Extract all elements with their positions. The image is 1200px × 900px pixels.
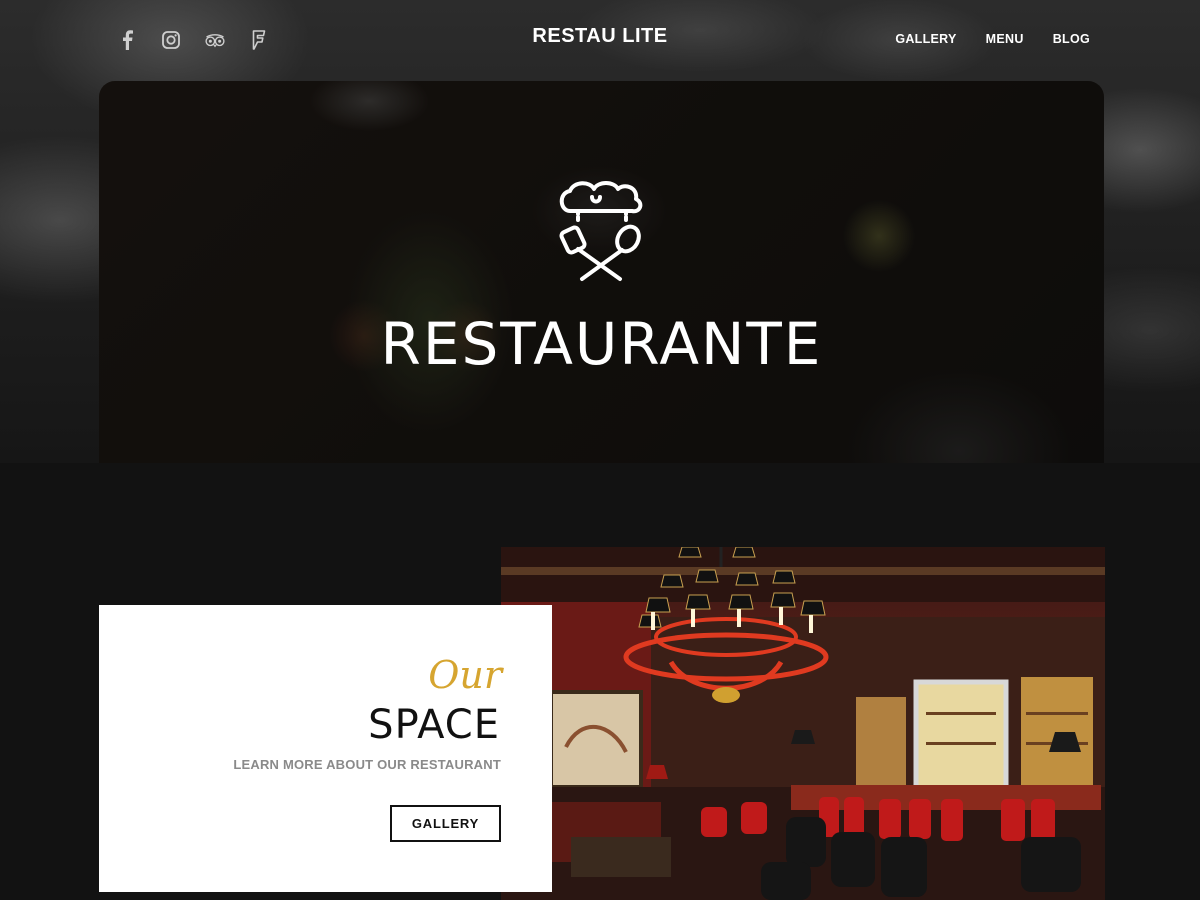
main-nav: GALLERY MENU BLOG [895, 32, 1090, 46]
our-space-card: Our SPACE LEARN MORE ABOUT OUR RESTAURAN… [99, 605, 552, 892]
nav-item-menu[interactable]: MENU [986, 32, 1024, 46]
nav-item-blog[interactable]: BLOG [1053, 32, 1090, 46]
hero-title: RESTAURANTE [380, 310, 823, 378]
space-title: SPACE [368, 702, 500, 748]
space-script-heading: Our [428, 653, 502, 697]
gallery-button[interactable]: GALLERY [390, 805, 501, 842]
hero-banner: RESTAURANTE [99, 81, 1104, 463]
site-header: RESTAU LITE GALLERY MENU BLOG [0, 0, 1200, 80]
restaurant-interior-image [501, 547, 1105, 900]
space-subtitle: LEARN MORE ABOUT OUR RESTAURANT [233, 757, 501, 772]
nav-item-gallery[interactable]: GALLERY [895, 32, 956, 46]
brand-link[interactable]: RESTAU LITE [532, 25, 667, 47]
chef-hat-utensils-icon [559, 181, 643, 281]
